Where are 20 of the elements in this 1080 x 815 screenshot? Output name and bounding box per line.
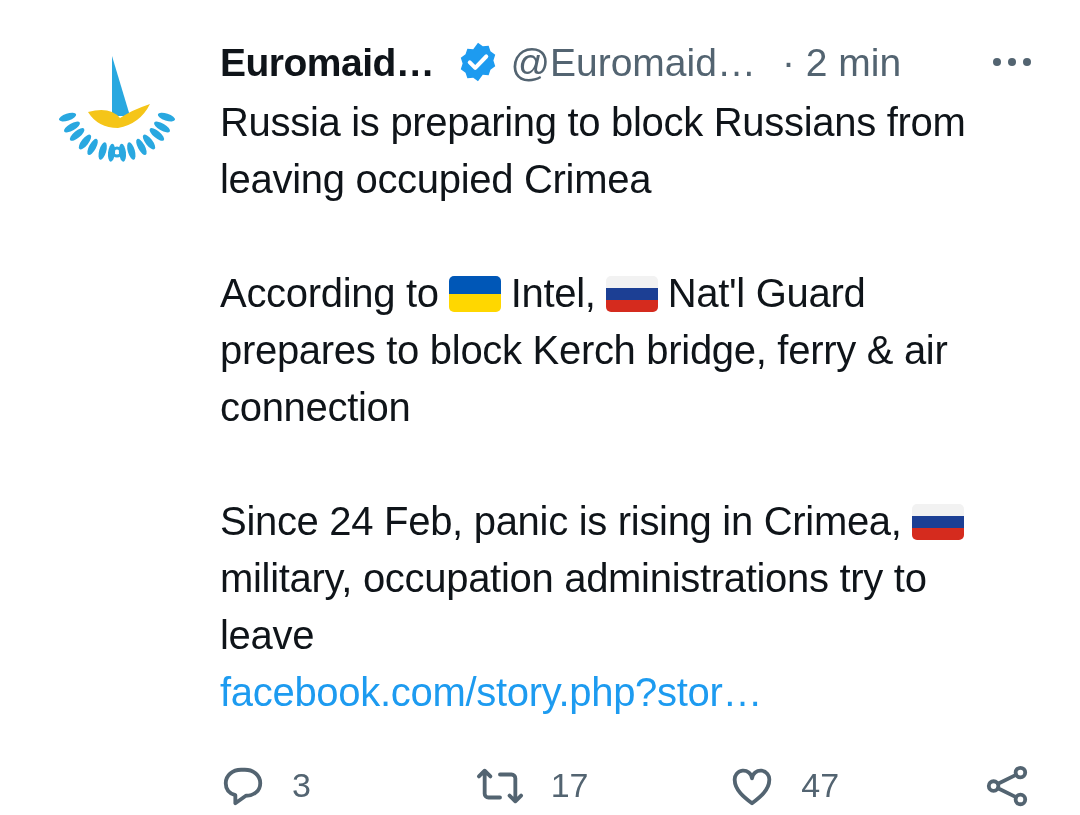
action-count: 47 <box>801 765 840 806</box>
post-time[interactable]: · 2 min <box>781 42 902 82</box>
post-text: prepares to block Kerch bridge, ferry & air <box>220 327 948 374</box>
more-icon[interactable] <box>992 57 1032 67</box>
post-text: connection <box>220 384 411 431</box>
post-text: military, occupation administrations try to <box>220 555 927 602</box>
flag-icon <box>448 275 501 312</box>
post-text: Nat'l Guard <box>667 270 866 317</box>
author-handle[interactable]: @Euromaid… <box>510 42 756 82</box>
author-name[interactable]: Euromaid… <box>220 42 435 82</box>
post-text: Since 24 Feb, panic is rising in Crimea, <box>220 498 902 545</box>
post-text: According to <box>220 270 439 317</box>
post-text: Intel, <box>510 270 596 317</box>
action-count: 17 <box>550 765 589 806</box>
post-text: Russia is preparing to block Russians from <box>220 99 966 146</box>
post-text: leaving occupied Crimea <box>220 156 652 203</box>
action-count: 3 <box>292 765 311 806</box>
flag-icon <box>911 503 964 540</box>
flag-icon <box>605 275 658 312</box>
post-text: leave <box>220 612 315 659</box>
